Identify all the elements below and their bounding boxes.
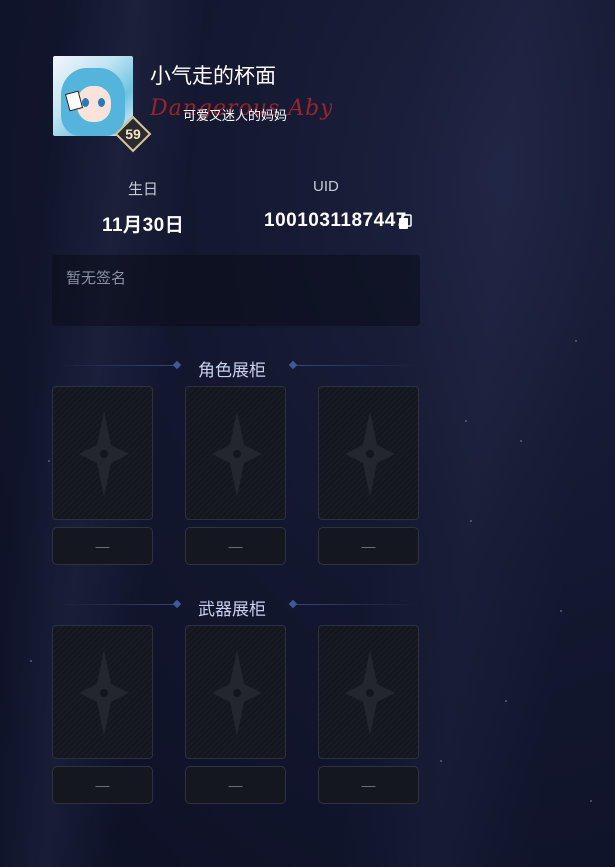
- star-emblem-icon: [79, 650, 129, 736]
- weapon-slot-label: —: [185, 766, 286, 804]
- copy-icon[interactable]: [398, 214, 412, 230]
- divider-left: [56, 604, 176, 605]
- character-slot-label: —: [185, 527, 286, 565]
- weapon-showcase-title: 武器展柜: [198, 600, 266, 619]
- weapon-slot[interactable]: [318, 625, 419, 759]
- weapon-slot[interactable]: [185, 625, 286, 759]
- weapon-slot-label: —: [52, 766, 153, 804]
- star-emblem-icon: [79, 411, 129, 497]
- divider-diamond: [172, 599, 182, 609]
- signature-text: 暂无签名: [66, 270, 127, 287]
- character-slot[interactable]: [318, 386, 419, 520]
- star-emblem-icon: [212, 650, 262, 736]
- uid-label: UID: [313, 178, 339, 195]
- character-slot-label: —: [318, 527, 419, 565]
- weapon-slot[interactable]: [52, 625, 153, 759]
- star-emblem-icon: [345, 411, 395, 497]
- birthday-label: 生日: [128, 181, 159, 198]
- divider-left: [56, 365, 176, 366]
- player-title: 可爱又迷人的妈妈: [183, 108, 288, 123]
- uid-value: 1001031187447: [264, 210, 407, 231]
- divider-right: [296, 604, 418, 605]
- divider-diamond: [172, 360, 182, 370]
- weapon-slot-label: —: [318, 766, 419, 804]
- divider-right: [296, 365, 418, 366]
- username: 小气走的杯面: [150, 65, 276, 88]
- star-emblem-icon: [345, 650, 395, 736]
- star-emblem-icon: [212, 411, 262, 497]
- signature-box: 暂无签名: [52, 255, 420, 326]
- character-slot[interactable]: [185, 386, 286, 520]
- level-number: 59: [125, 126, 141, 142]
- birthday-value: 11月30日: [102, 215, 185, 236]
- character-showcase-title: 角色展柜: [198, 361, 266, 380]
- character-slot-label: —: [52, 527, 153, 565]
- character-slot[interactable]: [52, 386, 153, 520]
